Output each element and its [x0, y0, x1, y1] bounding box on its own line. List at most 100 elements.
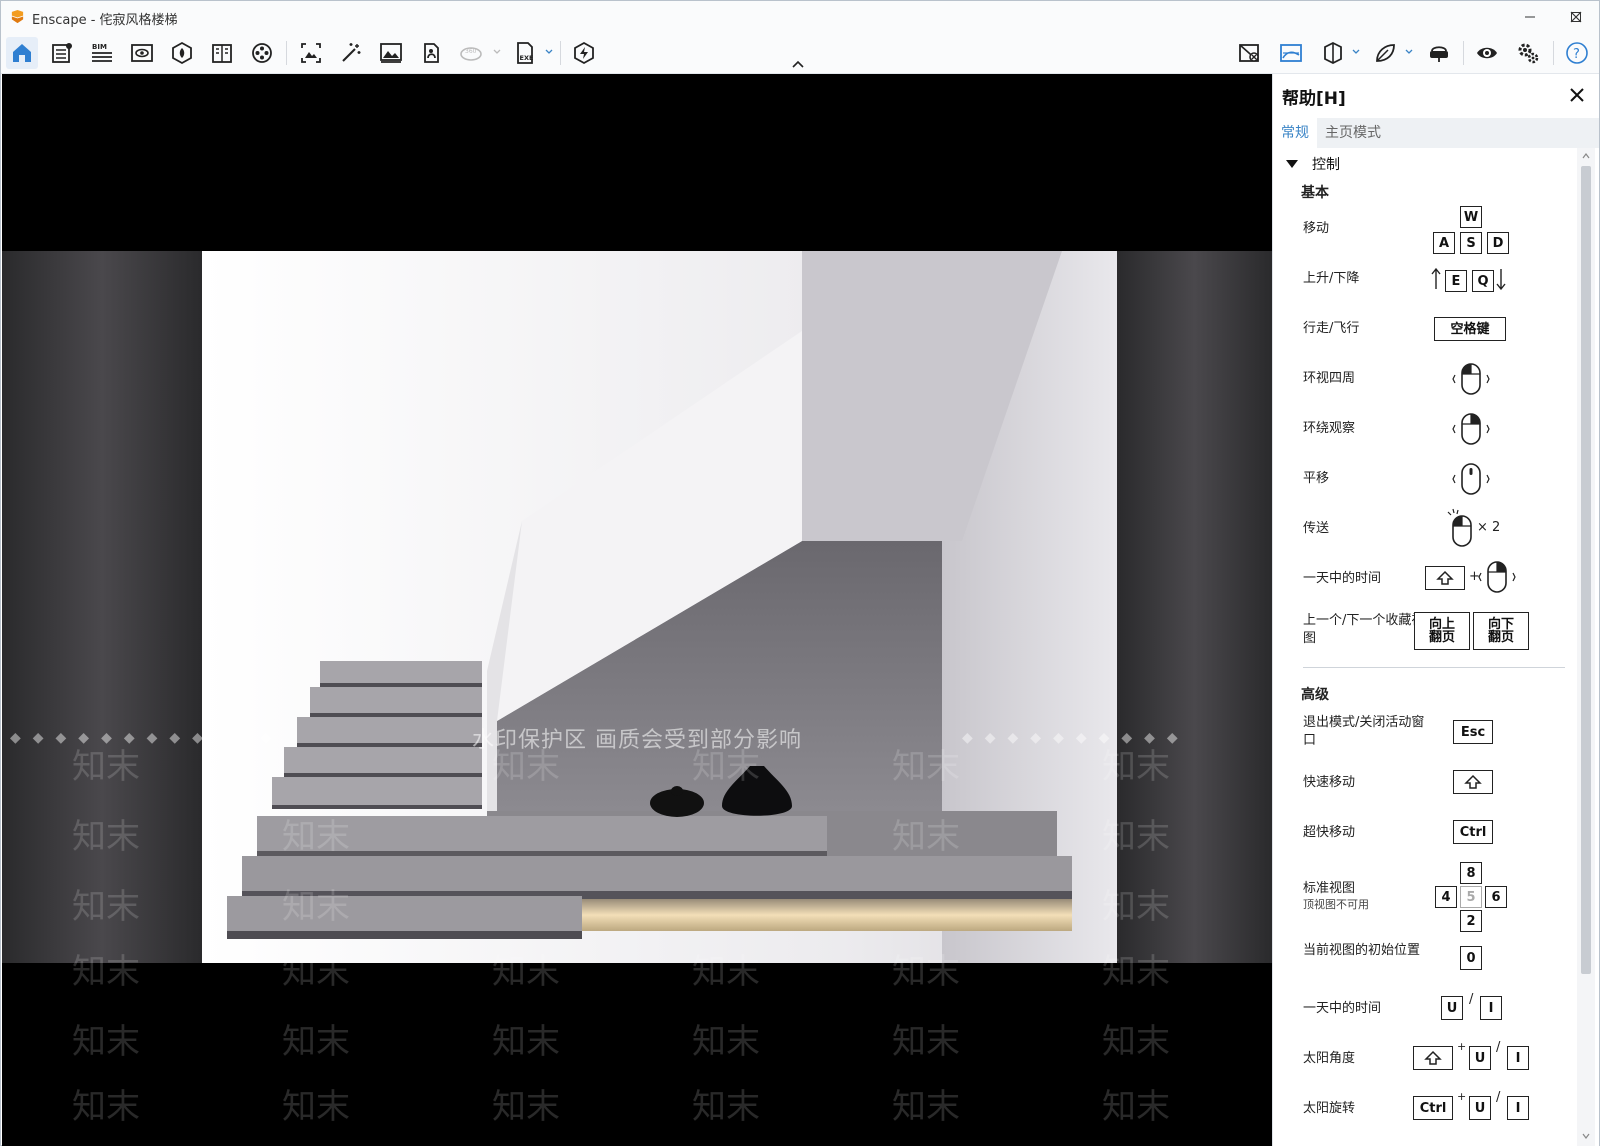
window-title: Enscape - 侘寂风格楼梯 — [32, 13, 178, 28]
exe-export-button[interactable]: EXE — [509, 37, 541, 69]
standard-views-label: 标准视图 — [1303, 881, 1356, 896]
watermark-tile: 知末 — [692, 1022, 760, 1062]
visual-settings-icon — [1280, 44, 1302, 62]
render-viewport[interactable]: ◆◆◆◆◆◆◆◆◆◆◆◆ ◆◆◆◆◆◆◆◆◆◆ 水印保护区 画质会受到部分影响 … — [2, 74, 1272, 1146]
row-label-fast-move: 快速移动 — [1303, 775, 1356, 790]
tab-home-mode[interactable]: 主页模式 — [1317, 118, 1389, 148]
key-u: U — [1441, 996, 1463, 1020]
shift-arrow-icon — [1436, 570, 1454, 585]
key-shift — [1413, 1046, 1453, 1070]
close-icon — [1570, 11, 1582, 22]
down-arrow-icon — [1496, 269, 1506, 291]
advanced-group-title: 高级 — [1301, 687, 1329, 703]
slash-separator: / — [1496, 1090, 1501, 1105]
help-button[interactable]: ? — [1561, 37, 1593, 69]
key-d: D — [1487, 232, 1509, 254]
book-button[interactable] — [206, 37, 238, 69]
minimize-button[interactable] — [1507, 1, 1553, 32]
360-button[interactable]: 360 — [455, 37, 487, 69]
watermark-tile: 知末 — [72, 817, 140, 857]
basic-group-title: 基本 — [1301, 185, 1329, 201]
close-panel-icon[interactable] — [1566, 84, 1588, 106]
svg-text:EXE: EXE — [520, 54, 534, 62]
key-0: 0 — [1460, 946, 1482, 970]
render-scene — [2, 251, 1272, 963]
screenshot-icon — [301, 43, 321, 63]
key-e: E — [1445, 270, 1467, 292]
row-label-time-of-day-adv: 一天中的时间 — [1303, 1001, 1382, 1016]
plus-sign: + — [1457, 1040, 1467, 1053]
key-numpad-5: 5 — [1460, 886, 1482, 908]
close-window-button[interactable] — [1553, 1, 1599, 32]
scrollbar-thumb[interactable] — [1581, 166, 1591, 974]
360-icon: 360 — [460, 47, 482, 61]
watermark-tile: 知末 — [1102, 747, 1170, 787]
bim-button[interactable]: BIM — [86, 37, 118, 69]
controls-section-header[interactable]: 控制 — [1286, 154, 1340, 174]
section-divider — [1303, 667, 1565, 668]
enscape-logo-icon — [11, 9, 24, 24]
mouse-left-drag-icon — [1452, 363, 1490, 395]
watermark-tile: 知末 — [1102, 887, 1170, 927]
help-panel-title: 帮助[H] — [1282, 89, 1346, 109]
leaf-icon — [1376, 44, 1395, 62]
exe-dropdown-chevron-icon[interactable] — [544, 47, 554, 57]
scroll-up-icon[interactable] — [1582, 152, 1590, 160]
home-icon — [13, 44, 31, 62]
key-esc: Esc — [1453, 720, 1493, 744]
panorama-button[interactable] — [415, 37, 447, 69]
video-editor-button[interactable] — [246, 37, 278, 69]
360-dropdown-chevron-icon[interactable] — [492, 47, 502, 57]
visual-settings-button[interactable] — [1275, 37, 1307, 69]
book-icon — [212, 44, 232, 63]
cube-button[interactable] — [1317, 37, 1349, 69]
batch-render-button[interactable] — [335, 37, 367, 69]
image-button[interactable] — [375, 37, 407, 69]
view-button[interactable] — [126, 37, 158, 69]
asset-library-icon — [172, 41, 192, 65]
no-visual-button[interactable] — [1233, 37, 1265, 69]
home-button[interactable] — [6, 37, 38, 69]
cube-dropdown-chevron-icon[interactable] — [1351, 47, 1361, 57]
svg-text:BIM: BIM — [92, 43, 107, 51]
key-i: I — [1480, 996, 1502, 1020]
live-update-button[interactable] — [568, 37, 600, 69]
watermark-banner: 水印保护区 画质会受到部分影响 — [472, 728, 802, 753]
row-label-exit-mode: 退出模式/关闭活动窗口 — [1303, 715, 1425, 748]
help-scrollbar[interactable] — [1577, 148, 1595, 1146]
row-label-favorite-views: 上一个/下一个收藏视图 — [1303, 613, 1425, 646]
row-label-look-around: 环视四周 — [1303, 371, 1356, 386]
asset-library-button[interactable] — [166, 37, 198, 69]
vr-headset-button[interactable] — [1423, 37, 1455, 69]
key-w: W — [1460, 206, 1482, 228]
plus-sign: + — [1457, 1090, 1467, 1103]
eye-button[interactable] — [1471, 37, 1503, 69]
collapse-toolbar-chevron-icon[interactable] — [791, 59, 805, 69]
tab-general[interactable]: 常规 — [1273, 118, 1317, 148]
row-label-standard-views: 标准视图 顶视图不可用 — [1303, 880, 1443, 912]
leaf-dropdown-chevron-icon[interactable] — [1404, 47, 1414, 57]
watermark-tile: 知末 — [1102, 817, 1170, 857]
video-editor-icon — [252, 43, 272, 63]
batch-render-icon — [342, 43, 361, 62]
controls-section-label: 控制 — [1312, 157, 1340, 173]
screenshot-button[interactable] — [295, 37, 327, 69]
slash-separator: / — [1469, 992, 1474, 1007]
material-editor-button[interactable] — [46, 37, 78, 69]
settings-button[interactable] — [1512, 37, 1544, 69]
watermark-tile: 知末 — [892, 817, 960, 857]
scroll-down-icon[interactable] — [1582, 1132, 1590, 1140]
slash-separator: / — [1496, 1040, 1501, 1055]
enscape-window: Enscape - 侘寂风格楼梯 BIM 360 EXE ? ◆◆◆◆◆◆◆◆◆… — [0, 0, 1600, 1146]
view-icon — [131, 44, 153, 62]
row-label-move: 移动 — [1303, 221, 1330, 236]
leaf-button[interactable] — [1369, 37, 1401, 69]
toolbar-separator — [560, 41, 561, 65]
shift-arrow-icon — [1424, 1050, 1442, 1065]
exe-export-icon: EXE — [517, 42, 534, 64]
mouse-right-drag-icon — [1452, 413, 1490, 445]
title-bar: Enscape - 侘寂风格楼梯 — [1, 1, 1599, 32]
cube-icon — [1324, 41, 1342, 65]
standard-views-sublabel: 顶视图不可用 — [1303, 898, 1369, 911]
watermark-tile: 知末 — [72, 952, 140, 992]
